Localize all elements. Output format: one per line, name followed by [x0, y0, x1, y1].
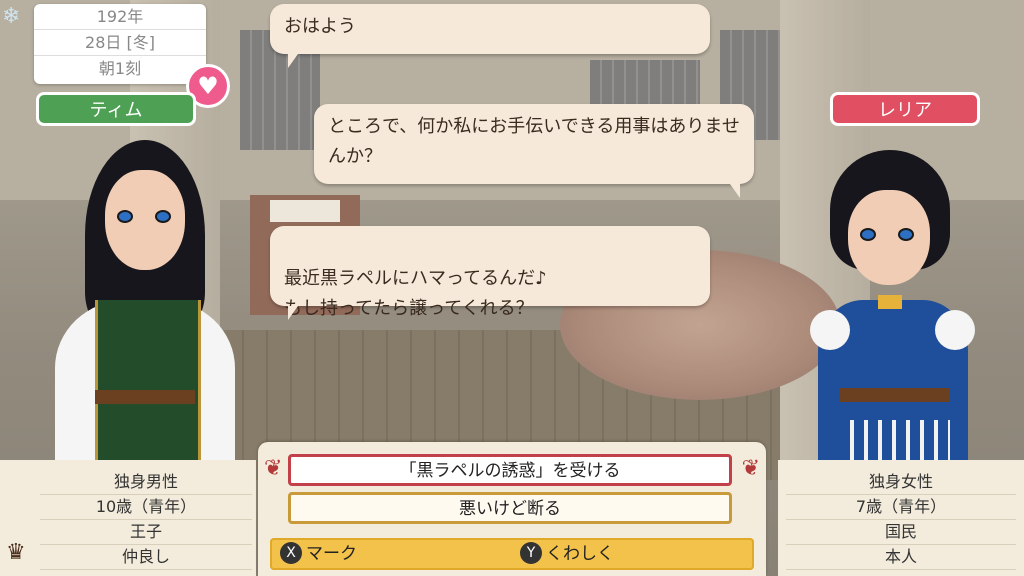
right-character-info: 独身女性 7歳（青年） 国民 本人 — [778, 460, 1024, 576]
y-button-icon: Y — [520, 542, 542, 564]
flourish-left-icon: ❦ — [264, 456, 283, 481]
right-role: 国民 — [786, 520, 1016, 545]
crown-icon: ♛ — [6, 540, 26, 565]
right-status: 独身女性 — [786, 470, 1016, 495]
action-bar: X マーク Y くわしく — [270, 538, 754, 570]
flourish-right-icon: ❦ — [741, 456, 760, 481]
choice-accept-button[interactable]: 「黒ラペルの誘惑」を受ける — [288, 454, 732, 486]
character-left — [55, 140, 235, 470]
right-age: 7歳（青年） — [786, 495, 1016, 520]
x-button-icon: X — [280, 542, 302, 564]
speech-bubble-1: おはよう — [270, 4, 710, 68]
day-label: 28日 [冬] — [34, 30, 206, 56]
left-role: 王子 — [40, 520, 252, 545]
detail-label: くわしく — [546, 544, 614, 564]
left-relation: 仲良し — [40, 545, 252, 570]
snowflake-icon: ❄ — [2, 4, 21, 29]
left-age: 10歳（青年） — [40, 495, 252, 520]
dialogue-line-2: ところで、何か私にお手伝いできる用事はありませんか？ — [328, 116, 740, 167]
left-character-info: 独身男性 10歳（青年） 王子 仲良し ♛ — [0, 460, 256, 576]
choice-decline-button[interactable]: 悪いけど断る — [288, 492, 732, 524]
dialogue-line-3: 最近黒ラペルにハマってるんだ♪ もし持ってたら譲ってくれる？ — [284, 268, 547, 319]
right-relation: 本人 — [786, 545, 1016, 570]
dialogue-line-1: おはよう — [284, 16, 356, 37]
character-right — [800, 150, 980, 470]
left-status: 独身男性 — [40, 470, 252, 495]
year-label: 192年 — [34, 4, 206, 30]
time-label: 朝1刻 — [98, 59, 142, 78]
speech-bubble-3: 最近黒ラペルにハマってるんだ♪ もし持ってたら譲ってくれる？ — [270, 226, 710, 320]
nameplate-left: ティム — [36, 92, 196, 126]
date-panel: 192年 28日 [冬] 朝1刻 — [34, 4, 206, 84]
nameplate-right: レリア — [830, 92, 980, 126]
detail-button[interactable]: Y くわしく — [510, 538, 710, 570]
mark-label: マーク — [306, 544, 357, 564]
speech-bubble-2: ところで、何か私にお手伝いできる用事はありませんか？ — [314, 104, 754, 198]
choice-panel: ❦ ❦ 「黒ラペルの誘惑」を受ける 悪いけど断る X マーク Y くわしく — [258, 442, 766, 576]
mark-button[interactable]: X マーク — [270, 538, 470, 570]
